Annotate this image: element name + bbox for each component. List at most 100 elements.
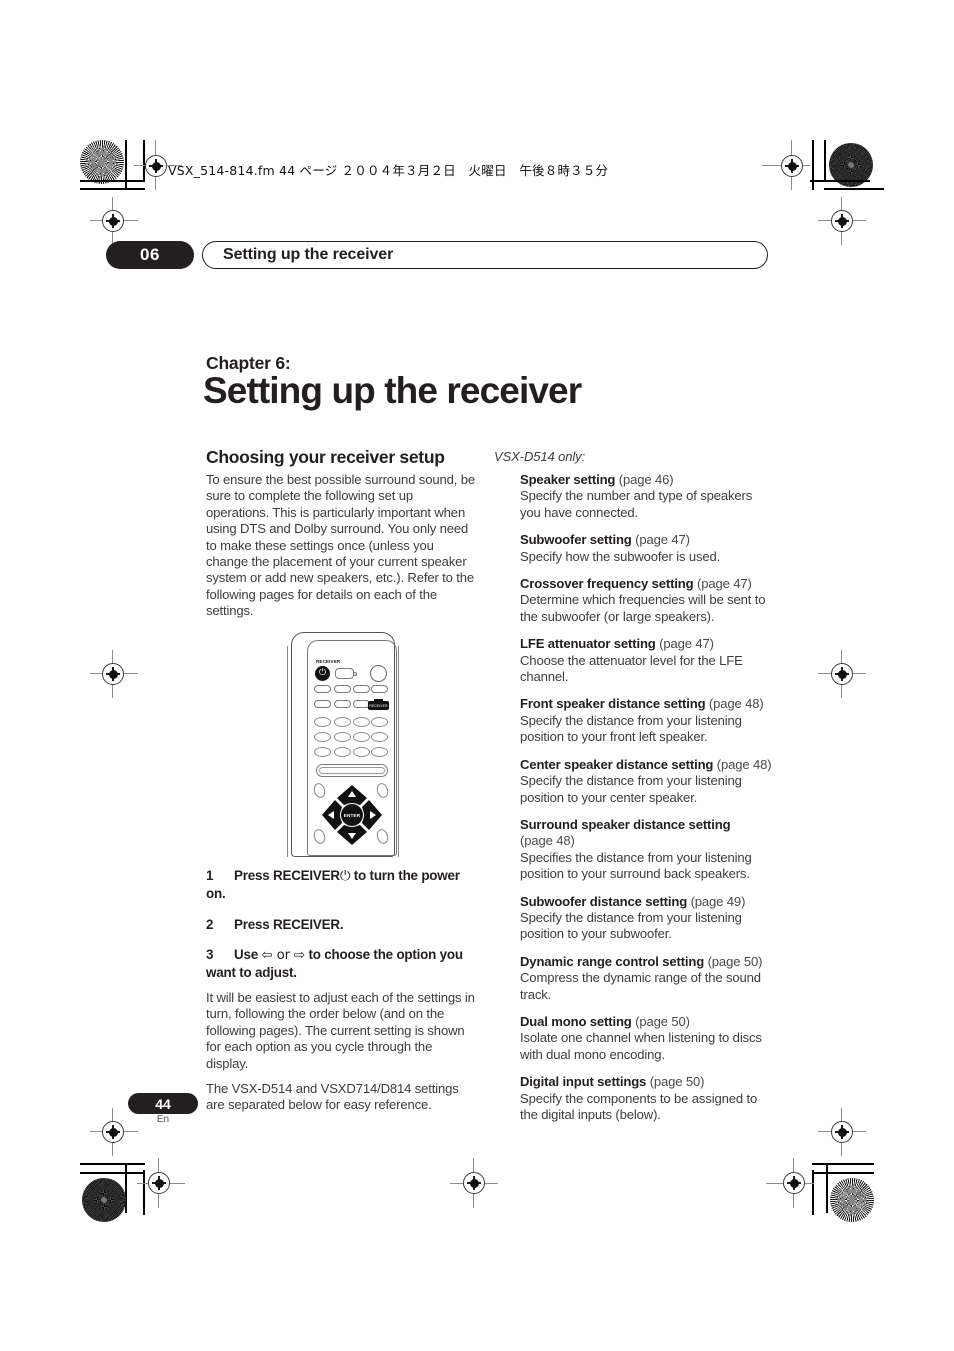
setting-name: LFE attenuator setting	[520, 636, 656, 652]
setting-description: Specify the components to be assigned to…	[520, 1090, 758, 1122]
page-number-badge: 44	[128, 1093, 198, 1114]
remote-button	[353, 732, 370, 742]
step-item: 1 Press RECEIVER⏻ to turn the power on.	[206, 868, 476, 903]
remote-wide-button	[316, 764, 388, 777]
crop-mark	[812, 1163, 874, 1165]
running-header: 06 Setting up the receiver	[106, 241, 768, 269]
setting-description: Specify the distance from your listening…	[520, 712, 742, 745]
crop-mark	[80, 188, 145, 190]
starburst-mark-bottom-right	[830, 1178, 874, 1222]
starburst-mark-top-left	[80, 140, 124, 184]
remote-button	[353, 747, 370, 757]
setting-description: Specifies the distance from your listeni…	[520, 849, 752, 882]
step-item: 3 Use ⇦ or ⇨ to choose the option you wan…	[206, 947, 476, 982]
remote-button	[334, 717, 351, 727]
crop-mark	[80, 180, 144, 182]
setting-name: Subwoofer setting	[520, 532, 632, 548]
setting-description: Determine which frequencies will be sent…	[520, 592, 766, 624]
registration-target	[783, 1172, 805, 1194]
setting-page-ref: (page 47)	[635, 532, 690, 548]
crop-mark	[826, 1163, 828, 1213]
list-item: Surround speaker distance setting (page …	[520, 817, 772, 883]
list-item: Dual mono setting (page 50) Isolate one …	[520, 1014, 772, 1063]
crop-mark	[80, 1163, 145, 1165]
crop-mark	[810, 180, 870, 182]
setting-name: Center speaker distance setting	[520, 756, 714, 772]
registration-target	[102, 210, 124, 232]
chapter-number-badge: 06	[106, 241, 194, 269]
registration-target	[102, 663, 124, 685]
remote-receiver-label: RECEIVER	[316, 659, 341, 664]
registration-target	[145, 155, 167, 177]
list-item: Center speaker distance setting (page 48…	[520, 757, 772, 806]
setting-name: Subwoofer distance setting	[520, 893, 688, 909]
remote-shell: RECEIVER ⏻ RECEIVER ENTER	[291, 632, 397, 857]
setting-page-ref: (page 49)	[690, 893, 746, 909]
registration-target	[148, 1172, 170, 1194]
remote-button	[314, 747, 331, 757]
remote-receiver-mode-button: RECEIVER	[368, 698, 389, 710]
arrow-left-right-icon: ⇦ or ⇨	[261, 948, 306, 964]
page-language-label: En	[156, 1114, 170, 1125]
setting-description: Specify the distance from your listening…	[520, 909, 742, 942]
step-text-before: Press RECEIVER.	[234, 916, 344, 932]
power-icon: ⏻	[339, 869, 351, 884]
remote-button	[314, 700, 331, 708]
remote-button	[314, 717, 331, 727]
setting-name: Front speaker distance setting	[520, 696, 706, 712]
list-item: Crossover frequency setting (page 47) De…	[520, 576, 772, 625]
remote-indicator-led	[353, 672, 357, 676]
remote-button	[371, 685, 388, 693]
file-info-line: VSX_514-814.fm 44 ページ ２００４年３月２日 火曜日 午後８時…	[168, 163, 609, 178]
setting-name: Digital input settings	[520, 1074, 647, 1090]
setting-page-ref: (page 47)	[697, 576, 752, 592]
setting-page-ref: (page 46)	[618, 472, 674, 487]
crop-mark	[143, 1170, 145, 1215]
registration-target	[831, 1121, 853, 1143]
crop-mark	[824, 188, 884, 190]
setting-page-ref: (page 50)	[649, 1074, 705, 1090]
remote-button	[334, 685, 351, 693]
setting-page-ref: (page 48)	[708, 696, 764, 712]
steps-block: 1 Press RECEIVER⏻ to turn the power on. 2…	[206, 868, 476, 1123]
remote-button	[353, 685, 370, 693]
setting-description: Isolate one channel when listening to di…	[520, 1030, 762, 1062]
crop-mark	[814, 1172, 874, 1174]
step-text-before: Press RECEIVER	[234, 868, 340, 883]
remote-control-illustration: RECEIVER ⏻ RECEIVER ENTER	[283, 632, 403, 857]
registration-target	[831, 663, 853, 685]
setting-description: Specify the number and type of speakers …	[520, 488, 753, 520]
list-item: Dynamic range control setting (page 50) …	[520, 954, 772, 1003]
remote-enter-button: ENTER	[340, 803, 364, 827]
list-item: Subwoofer distance setting (page 49) Spe…	[520, 894, 772, 943]
setting-description: Specify the distance from your listening…	[520, 773, 742, 805]
step-number: 3	[206, 947, 214, 963]
setting-page-ref: (page 48)	[520, 833, 575, 849]
setting-name: Dynamic range control setting	[520, 953, 705, 969]
registration-target	[463, 1172, 485, 1194]
crop-mark	[143, 140, 145, 182]
starburst-mark-bottom-left	[82, 1178, 126, 1222]
running-header-title-box: Setting up the receiver	[202, 241, 768, 269]
setting-page-ref: (page 50)	[635, 1013, 690, 1029]
remote-button	[314, 732, 331, 742]
remote-button	[353, 717, 370, 727]
registration-target	[831, 210, 853, 232]
right-column: VSX-D514 only: Speaker setting (page 46)…	[494, 449, 772, 1134]
crop-mark	[812, 1170, 814, 1215]
model-note: VSX-D514 only:	[494, 449, 586, 464]
registration-target	[102, 1121, 124, 1143]
step-text-before: Use	[234, 947, 262, 963]
setting-name: Surround speaker distance setting	[520, 816, 731, 832]
remote-power-button: ⏻	[315, 666, 330, 681]
setting-name: Speaker setting	[520, 472, 616, 487]
list-item: LFE attenuator setting (page 47) Choose …	[520, 636, 772, 685]
crop-mark	[80, 1172, 144, 1174]
list-item: Speaker setting (page 46) Specify the nu…	[520, 472, 772, 521]
remote-button	[371, 747, 388, 757]
section-heading: Choosing your receiver setup	[206, 447, 445, 467]
intro-paragraph: To ensure the best possible surround sou…	[206, 472, 475, 619]
setting-description: Choose the attenuator level for the LFE …	[520, 652, 743, 685]
remote-button	[334, 700, 351, 708]
setting-name: Dual mono setting	[520, 1013, 632, 1029]
